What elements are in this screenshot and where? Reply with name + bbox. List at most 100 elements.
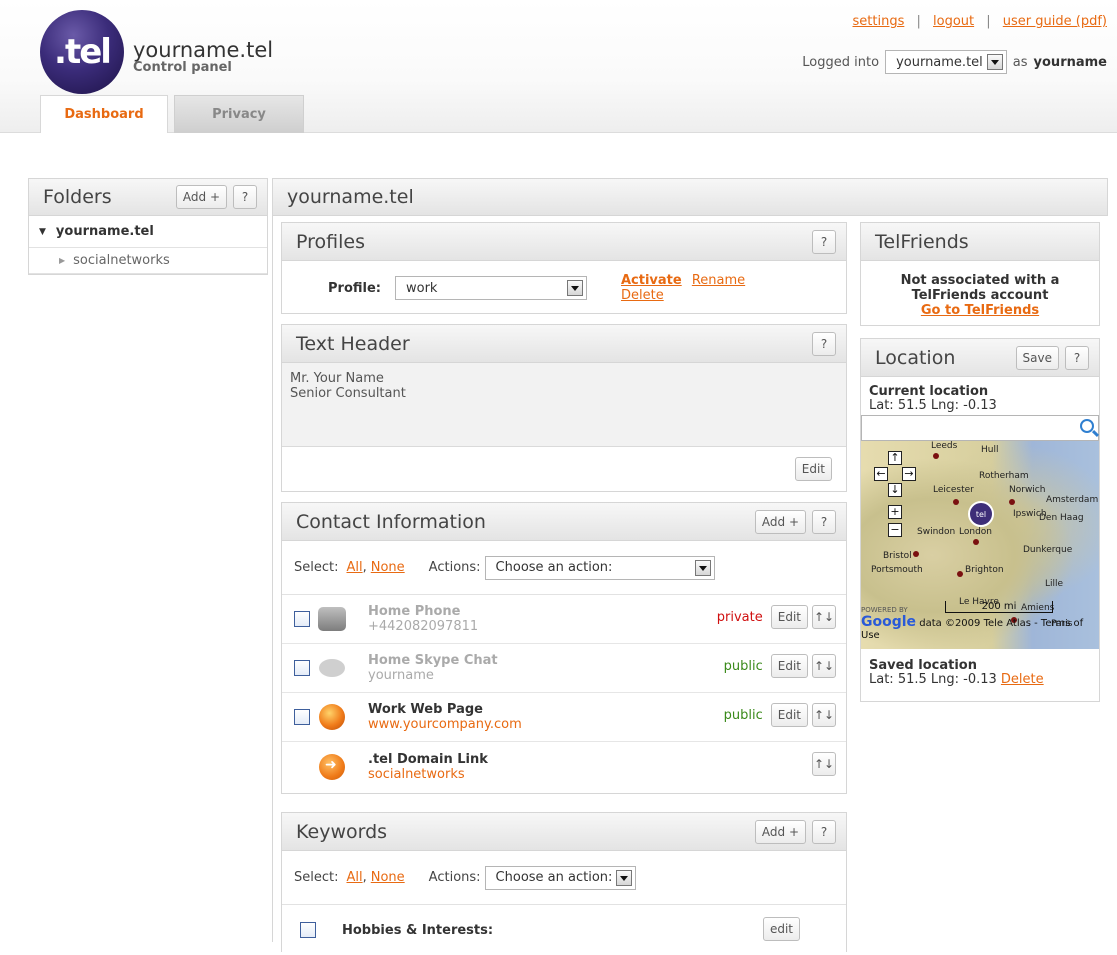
- keywords-header: Keywords Add + ?: [282, 813, 846, 851]
- save-location-button[interactable]: Save: [1015, 345, 1059, 370]
- keyword-action-select[interactable]: Choose an action:: [484, 865, 637, 890]
- map-attribution: POWERED BY Google data ©2009 Tele Atlas …: [861, 606, 1099, 641]
- location-search-input[interactable]: [861, 415, 1099, 441]
- actions-label: Actions:: [428, 870, 481, 885]
- zoom-in-icon[interactable]: +: [888, 505, 902, 519]
- visibility-status[interactable]: public: [724, 659, 763, 674]
- folders-header: Folders Add + ?: [28, 178, 268, 216]
- map-label: Portsmouth: [871, 565, 923, 575]
- zoom-out-icon[interactable]: −: [888, 523, 902, 537]
- logged-into-label: Logged into: [802, 54, 880, 70]
- folder-tree: ▼ yourname.tel ▶ socialnetworks: [28, 216, 268, 275]
- edit-keyword-button[interactable]: edit: [762, 917, 800, 941]
- keywords-panel: Keywords Add + ? Select: All, None Actio…: [281, 812, 847, 952]
- link-separator: |: [916, 14, 921, 29]
- profile-select-value: work: [405, 280, 438, 296]
- folder-item-socialnetworks[interactable]: ▶ socialnetworks: [29, 248, 267, 274]
- map-city-dot: [1009, 499, 1015, 505]
- select-none-link[interactable]: None: [371, 560, 405, 575]
- map-powered-by: POWERED BY: [861, 606, 908, 614]
- select-all-link[interactable]: All: [346, 560, 362, 575]
- contact-value[interactable]: www.yourcompany.com: [368, 717, 522, 732]
- pan-down-icon[interactable]: ↓: [888, 483, 902, 497]
- map-label: Leeds: [931, 441, 958, 451]
- edit-contact-button[interactable]: Edit: [770, 654, 808, 678]
- keyword-checkbox[interactable]: [300, 922, 316, 938]
- activate-link[interactable]: Activate: [621, 273, 682, 288]
- settings-link[interactable]: settings: [853, 14, 905, 29]
- pan-up-icon[interactable]: ↑: [888, 451, 902, 465]
- select-none-link[interactable]: None: [371, 870, 405, 885]
- map-label: Bristol: [883, 551, 912, 561]
- keywords-select-row: Select: All, None Actions: Choose an act…: [282, 851, 846, 905]
- reorder-handle[interactable]: ↑↓: [812, 752, 836, 776]
- visibility-status[interactable]: private: [717, 610, 763, 625]
- contact-text: Work Web Page www.yourcompany.com: [368, 702, 522, 732]
- visibility-status[interactable]: public: [724, 708, 763, 723]
- profile-actions: Activate Rename Delete: [621, 273, 745, 303]
- profiles-header: Profiles ?: [282, 223, 846, 261]
- folder-item-label: socialnetworks: [73, 253, 170, 268]
- add-contact-button[interactable]: Add +: [754, 509, 806, 534]
- expanded-triangle-icon: ▼: [39, 226, 46, 237]
- pan-left-icon[interactable]: ←: [874, 467, 888, 481]
- map-label: Hull: [981, 445, 999, 455]
- telfriends-line: Not associated with a: [900, 273, 1060, 288]
- action-select-value: Choose an action:: [495, 560, 613, 575]
- location-pin-icon[interactable]: tel: [968, 501, 994, 527]
- contact-action-select[interactable]: Choose an action:: [484, 555, 715, 580]
- profile-select[interactable]: work: [394, 276, 587, 300]
- profiles-title: Profiles: [296, 230, 365, 253]
- phone-icon: [318, 605, 346, 633]
- contact-checkbox[interactable]: [294, 611, 310, 627]
- contact-value[interactable]: socialnetworks: [368, 767, 488, 782]
- text-header-header: Text Header ?: [282, 325, 846, 363]
- location-map[interactable]: ↑ ← → ↓ + − Leeds Hull Rotherham Leicest…: [861, 441, 1099, 649]
- select-all-link[interactable]: All: [346, 870, 362, 885]
- chat-icon: [318, 654, 346, 682]
- delete-profile-link[interactable]: Delete: [621, 288, 664, 303]
- rename-link[interactable]: Rename: [692, 273, 745, 288]
- map-label: London: [959, 527, 992, 537]
- go-to-telfriends-link[interactable]: Go to TelFriends: [921, 303, 1039, 318]
- add-folder-button[interactable]: Add +: [175, 185, 227, 209]
- logout-link[interactable]: logout: [933, 14, 974, 29]
- contact-checkbox[interactable]: [294, 709, 310, 725]
- add-keyword-button[interactable]: Add +: [754, 819, 806, 844]
- folder-root-label: yourname.tel: [55, 224, 154, 239]
- tab-dashboard[interactable]: Dashboard: [40, 95, 168, 133]
- saved-location-coords: Lat: 51.5 Lng: -0.13: [869, 672, 997, 687]
- profiles-help-button[interactable]: ?: [812, 229, 836, 254]
- telfriends-title: TelFriends: [875, 230, 969, 253]
- folders-help-button[interactable]: ?: [233, 185, 257, 209]
- tab-privacy[interactable]: Privacy: [174, 95, 304, 133]
- profile-label: Profile:: [328, 280, 381, 296]
- delete-location-link[interactable]: Delete: [1001, 672, 1044, 687]
- folder-root[interactable]: ▼ yourname.tel: [29, 216, 267, 248]
- reorder-handle[interactable]: ↑↓: [812, 703, 836, 727]
- keywords-help-button[interactable]: ?: [812, 819, 836, 844]
- action-select-value: Choose an action:: [495, 870, 613, 885]
- tel-logo[interactable]: .tel: [40, 10, 124, 94]
- reorder-handle[interactable]: ↑↓: [812, 605, 836, 629]
- chevron-down-icon: [694, 559, 711, 576]
- map-city-dot: [933, 453, 939, 459]
- user-guide-link[interactable]: user guide (pdf): [1003, 14, 1107, 29]
- main-header: yourname.tel: [272, 178, 1108, 216]
- link-separator: |: [986, 14, 991, 29]
- contact-checkbox[interactable]: [294, 660, 310, 676]
- contact-help-button[interactable]: ?: [812, 509, 836, 534]
- contact-controls: private Edit ↑↓: [717, 605, 836, 629]
- domain-select[interactable]: yourname.tel: [885, 50, 1007, 74]
- location-help-button[interactable]: ?: [1065, 345, 1089, 370]
- pan-right-icon[interactable]: →: [902, 467, 916, 481]
- contact-text: .tel Domain Link socialnetworks: [368, 752, 488, 782]
- map-label: Amsterdam: [1046, 495, 1099, 505]
- edit-contact-button[interactable]: Edit: [770, 703, 808, 727]
- select-label: Select:: [294, 870, 339, 885]
- search-icon[interactable]: [1080, 419, 1094, 433]
- text-header-help-button[interactable]: ?: [812, 331, 836, 356]
- edit-contact-button[interactable]: Edit: [770, 605, 808, 629]
- edit-text-header-button[interactable]: Edit: [794, 457, 832, 481]
- reorder-handle[interactable]: ↑↓: [812, 654, 836, 678]
